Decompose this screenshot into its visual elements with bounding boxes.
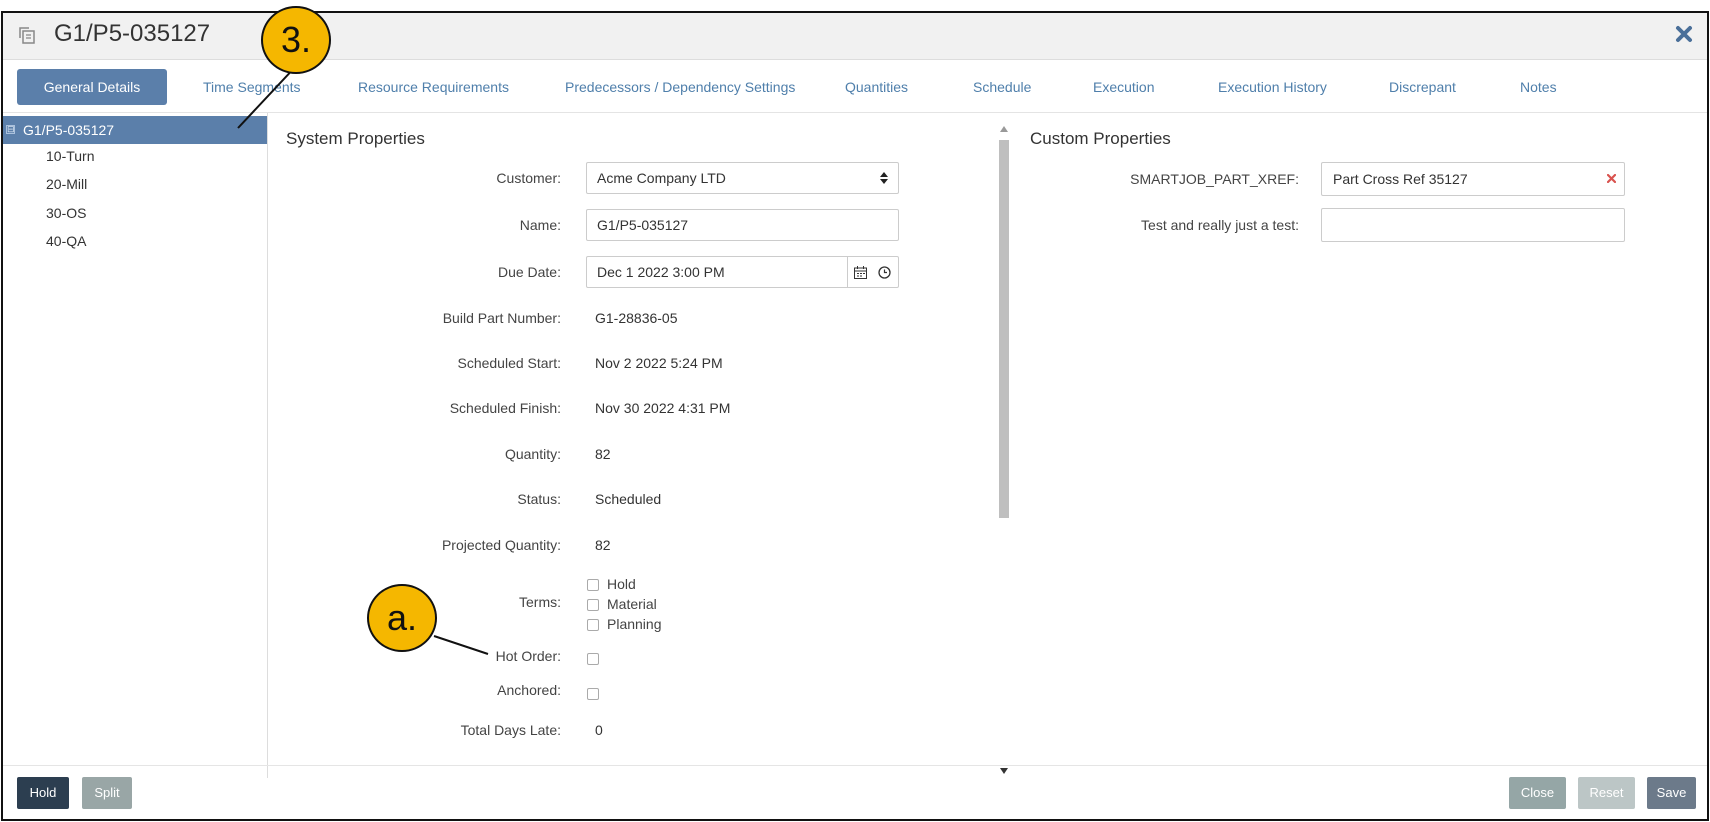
callout-a: a. (367, 584, 437, 652)
callout-3: 3. (261, 6, 331, 74)
callout-pointer-lines (237, 57, 489, 655)
